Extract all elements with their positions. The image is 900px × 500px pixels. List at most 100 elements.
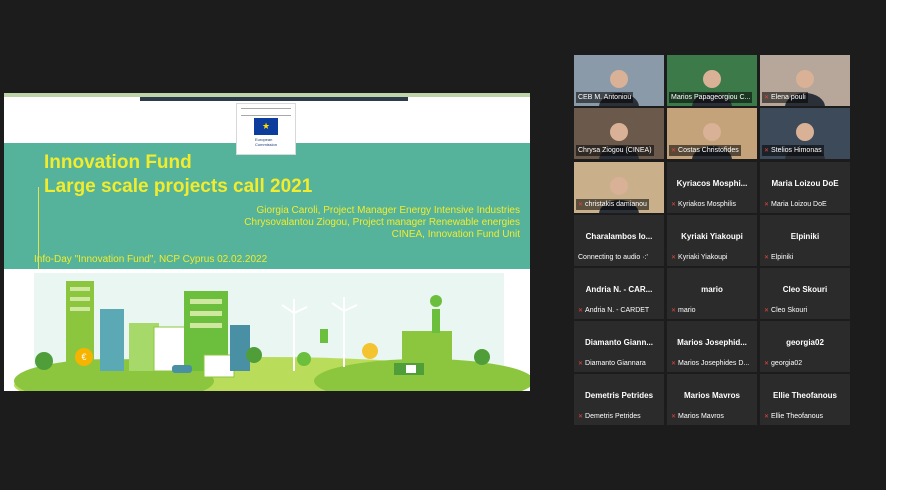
participant-label-text: mario <box>678 307 696 314</box>
slide-presenter-1: Giorgia Caroli, Project Manager Energy I… <box>256 205 520 216</box>
participant-tile[interactable]: Diamanto Giann... ✕ Diamanto Giannara <box>574 321 664 372</box>
slide-top-bar <box>140 97 408 101</box>
shared-slide: ★ European Commission Innovation Fund La… <box>4 93 530 391</box>
participant-tile[interactable]: mario ✕ mario <box>667 268 757 319</box>
mic-muted-icon: ✕ <box>671 308 677 314</box>
participant-label-text: georgia02 <box>771 360 803 367</box>
participant-name: georgia02 <box>786 338 824 347</box>
participant-label-text: Ellie Theofanous <box>771 413 824 420</box>
meeting-window: ★ European Commission Innovation Fund La… <box>0 0 886 490</box>
participant-label: ✕ Andria N. - CARDET <box>576 305 651 316</box>
mic-muted-icon: ✕ <box>764 95 770 101</box>
participant-tile[interactable]: ✕ christakis damianou <box>574 162 664 213</box>
participant-label-text: Demetris Petrides <box>585 413 641 420</box>
participant-tile[interactable]: Ellie Theofanous ✕ Ellie Theofanous <box>760 374 850 425</box>
participant-tile[interactable]: Andria N. - CAR... ✕ Andria N. - CARDET <box>574 268 664 319</box>
participant-label: ✕ Kyriakos Mosphilis <box>669 199 738 210</box>
logo-building-lines <box>241 108 291 116</box>
participant-tile[interactable]: Kyriacos Mosphi... ✕ Kyriakos Mosphilis <box>667 162 757 213</box>
participant-label-text: Elena pouli <box>771 94 806 101</box>
mic-muted-icon: ✕ <box>764 255 770 261</box>
participant-tile[interactable]: ✕ Stelios Himonas <box>760 108 850 159</box>
mic-muted-icon: ✕ <box>578 308 584 314</box>
participant-label: ✕ Costas Christofides <box>669 145 741 156</box>
participant-label: Chrysa Ziogou (CINEA) <box>576 145 654 156</box>
participant-label: ✕ Ellie Theofanous <box>762 411 825 422</box>
participant-label: ✕ mario <box>669 305 698 316</box>
slide-title-line2: Large scale projects call 2021 <box>44 176 313 197</box>
participant-tile[interactable]: Marios Josephid... ✕ Marios Josephides D..… <box>667 321 757 372</box>
participant-tile[interactable]: Elpiniki ✕ Elpiniki <box>760 215 850 266</box>
participant-label-text: christakis damianou <box>585 201 647 208</box>
participant-tile[interactable]: ✕ Elena pouli <box>760 55 850 106</box>
participant-name: Kyriaki Yiakoupi <box>681 232 743 241</box>
participant-label-text: Marios Papageorgiou C... <box>671 94 751 101</box>
participant-tile[interactable]: Chrysa Ziogou (CINEA) <box>574 108 664 159</box>
mic-muted-icon: ✕ <box>671 361 677 367</box>
participant-tile[interactable]: Kyriaki Yiakoupi ✕ Kyriaki Yiakoupi <box>667 215 757 266</box>
eu-flag-icon: ★ <box>254 118 278 135</box>
participant-label-text: Kyriaki Yiakoupi <box>678 254 728 261</box>
participant-label-text: Marios Mavros <box>678 413 724 420</box>
participant-name: Charalambos Io... <box>585 232 653 241</box>
slide-unit: CINEA, Innovation Fund Unit <box>391 229 520 240</box>
participant-label: ✕ Marios Josephides D... <box>669 358 751 369</box>
participant-label-text: Costas Christofides <box>678 147 739 154</box>
participant-name: Kyriacos Mosphi... <box>676 179 748 188</box>
participant-name: Maria Loizou DoE <box>771 179 839 188</box>
participant-name: Diamanto Giann... <box>584 338 653 347</box>
mic-muted-icon: ✕ <box>578 202 584 208</box>
participant-label-text: Connecting to audio ·:' <box>578 254 648 261</box>
slide-title-line1: Innovation Fund <box>44 152 192 173</box>
slide-presenter-2: Chrysovalantou Ziogou, Project manager R… <box>244 217 520 228</box>
participant-name: Cleo Skouri <box>782 285 828 294</box>
participant-name: Marios Josephid... <box>677 338 747 347</box>
participant-label-text: Kyriakos Mosphilis <box>678 201 736 208</box>
participant-label: ✕ Demetris Petrides <box>576 411 643 422</box>
participant-label: Connecting to audio ·:' <box>576 252 650 263</box>
participant-tile[interactable]: Demetris Petrides ✕ Demetris Petrides <box>574 374 664 425</box>
participant-label: ✕ georgia02 <box>762 358 804 369</box>
participant-tile[interactable]: Marios Mavros ✕ Marios Mavros <box>667 374 757 425</box>
mic-muted-icon: ✕ <box>578 414 584 420</box>
participant-name: Ellie Theofanous <box>772 391 837 400</box>
participant-name: Demetris Petrides <box>584 391 654 400</box>
mic-muted-icon: ✕ <box>764 148 770 154</box>
mic-muted-icon: ✕ <box>671 202 677 208</box>
participant-label: ✕ Kyriaki Yiakoupi <box>669 252 729 263</box>
participant-name: Elpiniki <box>790 232 820 241</box>
participant-name: Andria N. - CAR... <box>585 285 653 294</box>
european-commission-logo: ★ European Commission <box>236 103 296 155</box>
participant-tile[interactable]: Cleo Skouri ✕ Cleo Skouri <box>760 268 850 319</box>
participant-label: ✕ Elpiniki <box>762 252 795 263</box>
participant-tile[interactable]: Charalambos Io... Connecting to audio ·:' <box>574 215 664 266</box>
participant-label: ✕ Cleo Skouri <box>762 305 809 316</box>
participant-label-text: Elpiniki <box>771 254 794 261</box>
mic-muted-icon: ✕ <box>671 255 677 261</box>
participant-name: Marios Mavros <box>683 391 741 400</box>
mic-muted-icon: ✕ <box>671 414 677 420</box>
participant-tile[interactable]: ✕ Costas Christofides <box>667 108 757 159</box>
green-city-illustration: € <box>4 269 530 391</box>
participant-label-text: Diamanto Giannara <box>585 360 646 367</box>
mic-muted-icon: ✕ <box>671 148 677 154</box>
participant-label-text: Andria N. - CARDET <box>585 307 650 314</box>
participant-label: ✕ Diamanto Giannara <box>576 358 648 369</box>
participant-tile[interactable]: Marios Papageorgiou C... <box>667 55 757 106</box>
mic-muted-icon: ✕ <box>764 308 770 314</box>
participant-label: ✕ Stelios Himonas <box>762 145 824 156</box>
participant-label: CEB M. Antoniou <box>576 92 634 103</box>
participant-label: ✕ Elena pouli <box>762 92 808 103</box>
participant-label-text: CEB M. Antoniou <box>578 94 632 101</box>
participant-name: mario <box>701 285 723 294</box>
logo-caption: European Commission <box>255 137 278 147</box>
participant-label: ✕ christakis damianou <box>576 199 649 210</box>
participant-label-text: Chrysa Ziogou (CINEA) <box>578 147 652 154</box>
svg-text:€: € <box>81 352 86 362</box>
participant-tile[interactable]: CEB M. Antoniou <box>574 55 664 106</box>
participant-tile[interactable]: Maria Loizou DoE ✕ Maria Loizou DoE <box>760 162 850 213</box>
participant-label: ✕ Marios Mavros <box>669 411 726 422</box>
participant-label-text: Stelios Himonas <box>771 147 822 154</box>
mic-muted-icon: ✕ <box>764 202 770 208</box>
participant-tile[interactable]: georgia02 ✕ georgia02 <box>760 321 850 372</box>
